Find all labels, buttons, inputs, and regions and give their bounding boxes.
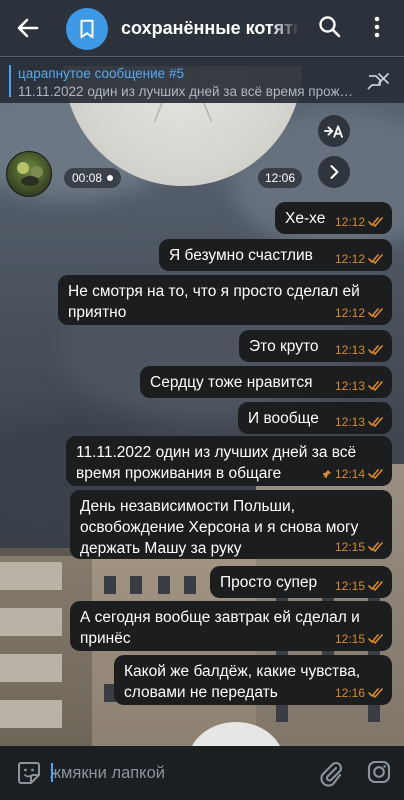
- back-button[interactable]: [13, 13, 43, 43]
- sticker-button[interactable]: [16, 760, 42, 786]
- message-meta: 12:13: [335, 343, 384, 357]
- pin-icon: [322, 470, 331, 478]
- paperclip-icon: [320, 761, 343, 787]
- search-button[interactable]: [317, 14, 343, 40]
- message-bubble[interactable]: Не смотря на то, что я просто сделал ей …: [58, 275, 392, 325]
- message-text: Просто супер: [220, 574, 318, 591]
- message-meta: 12:12: [335, 252, 384, 266]
- message-text: И вообще: [248, 410, 319, 427]
- message-text: Не смотря на то, что я просто сделал ей …: [68, 283, 360, 321]
- message-time: 12:13: [334, 415, 365, 429]
- pinned-text: 11.11.2022 один из лучших дней за всё вр…: [18, 84, 358, 99]
- message-time: 12:15: [334, 540, 365, 554]
- message-bubble[interactable]: Какой же балдёж, какие чувства, словами …: [114, 655, 392, 705]
- message-time: 12:13: [334, 343, 365, 357]
- video-time: 12:06: [258, 168, 303, 188]
- arrow-left-icon: [17, 18, 39, 38]
- message-meta: 12:15: [335, 579, 384, 593]
- unviewed-dot-icon: [107, 175, 114, 181]
- message-text: Я безумно счастлив: [169, 247, 313, 264]
- message-meta: 12:12: [335, 306, 384, 320]
- message-meta: 12:14: [322, 467, 384, 481]
- double-check-icon: [368, 217, 383, 227]
- bookmark-icon: [80, 19, 94, 39]
- pinned-title: царапнутое сообщение #5: [18, 66, 184, 81]
- message-text: Какой же балдёж, какие чувства, словами …: [124, 663, 361, 701]
- double-check-icon: [368, 469, 383, 479]
- message-bubble[interactable]: Это круто 12:13: [239, 330, 392, 362]
- double-check-icon: [368, 345, 383, 355]
- sticker-icon: [18, 762, 40, 784]
- message-bubble[interactable]: Сердцу тоже нравится 12:13: [140, 366, 392, 398]
- message-time: 12:15: [334, 632, 365, 646]
- message-input[interactable]: [50, 760, 300, 786]
- message-time: 12:15: [334, 579, 365, 593]
- chat-title[interactable]: сохранённые котятки: [121, 18, 299, 39]
- message-bubble[interactable]: А сегодня вообще завтрак ей сделал и при…: [70, 601, 392, 651]
- message-bubble-pinned[interactable]: 11.11.2022 один из лучших дней за всё вр…: [66, 436, 392, 486]
- message-time: 12:12: [334, 215, 365, 229]
- double-check-icon: [368, 381, 383, 391]
- message-bubble[interactable]: Хе-хе 12:12: [275, 202, 392, 234]
- double-check-icon: [368, 254, 383, 264]
- chat-avatar[interactable]: [66, 8, 108, 50]
- more-options-button[interactable]: [366, 14, 388, 40]
- message-text: Хе-хе: [285, 210, 326, 227]
- message-meta: 12:12: [335, 215, 384, 229]
- message-bubble[interactable]: Просто супер 12:15: [210, 566, 392, 598]
- pinned-indicator: [9, 65, 11, 97]
- double-check-icon: [368, 688, 383, 698]
- message-time: 12:13: [334, 379, 365, 393]
- message-meta: 12:15: [335, 540, 384, 554]
- sender-avatar[interactable]: [6, 151, 52, 197]
- double-check-icon: [368, 308, 383, 318]
- chevron-right-icon: [330, 165, 339, 179]
- message-input-bar: [0, 746, 404, 800]
- forward-button[interactable]: [318, 156, 350, 188]
- message-time: 12:12: [334, 252, 365, 266]
- more-vertical-icon: [374, 16, 380, 38]
- chat-header: сохранённые котятки: [0, 0, 404, 56]
- message-bubble[interactable]: И вообще 12:13: [238, 402, 392, 434]
- double-check-icon: [368, 581, 383, 591]
- message-meta: 12:15: [335, 632, 384, 646]
- building-left: [0, 548, 92, 766]
- translate-button[interactable]: [318, 115, 350, 147]
- unpin-icon: [367, 73, 389, 90]
- message-text: 11.11.2022 один из лучших дней за всё вр…: [76, 444, 357, 482]
- attach-button[interactable]: [318, 759, 344, 787]
- double-check-icon: [368, 634, 383, 644]
- message-time: 12:14: [334, 467, 365, 481]
- duration-text: 00:08: [72, 171, 103, 185]
- message-text: Сердцу тоже нравится: [150, 374, 313, 391]
- message-text: А сегодня вообще завтрак ей сделал и при…: [80, 609, 360, 647]
- message-bubble[interactable]: День независимости Польши, освобождение …: [70, 490, 392, 559]
- double-check-icon: [368, 542, 383, 552]
- text-caret: [51, 763, 53, 782]
- video-duration: 00:08: [64, 168, 122, 188]
- message-text: Это круто: [249, 338, 319, 355]
- message-text: День независимости Польши, освобождение …: [80, 498, 359, 557]
- message-meta: 12:13: [335, 379, 384, 393]
- message-time: 12:12: [334, 306, 365, 320]
- double-check-icon: [368, 417, 383, 427]
- message-time: 12:16: [334, 686, 365, 700]
- instagram-camera-icon: [367, 760, 391, 784]
- message-meta: 12:16: [335, 686, 384, 700]
- search-icon: [319, 16, 341, 38]
- camera-button[interactable]: [366, 759, 392, 785]
- message-meta: 12:13: [335, 415, 384, 429]
- message-bubble[interactable]: Я безумно счастлив 12:12: [159, 239, 392, 271]
- unpin-button[interactable]: [364, 70, 392, 94]
- translate-icon: [323, 125, 344, 138]
- pinned-message-bar[interactable]: царапнутое сообщение #5 11.11.2022 один …: [0, 57, 404, 103]
